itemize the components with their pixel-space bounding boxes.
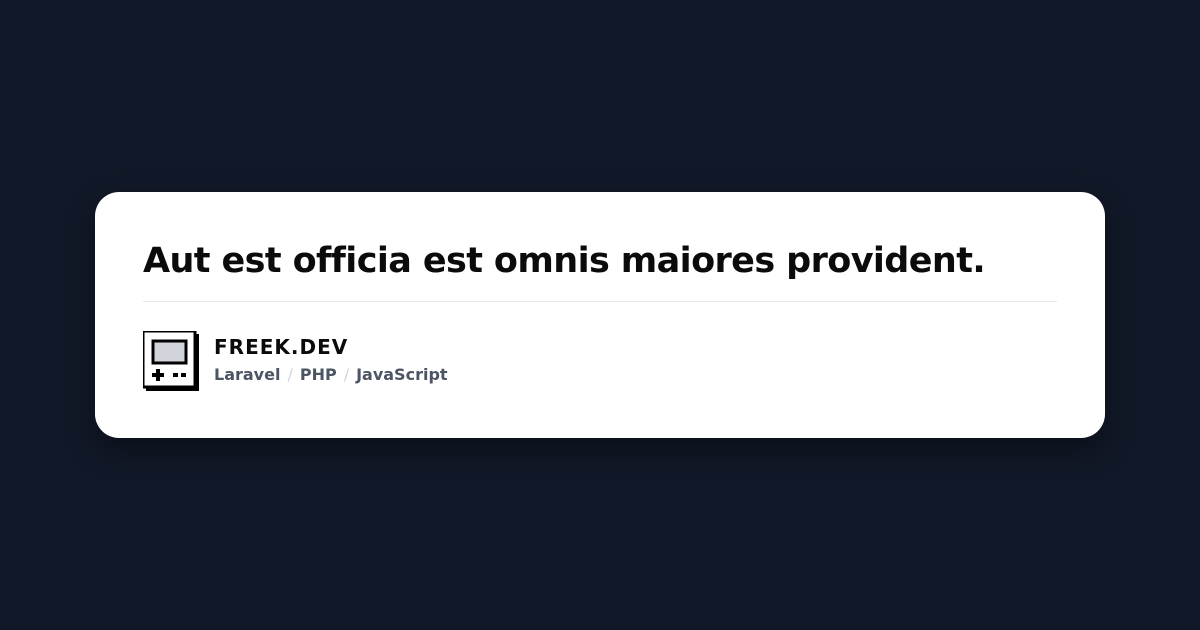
brand-block: FREEK.DEV Laravel / PHP / JavaScript [143,331,448,391]
tag-list: Laravel / PHP / JavaScript [214,365,448,385]
post-title: Aut est officia est omnis maiores provid… [143,241,986,281]
tag-separator: / [343,365,350,384]
tag-separator: / [287,365,293,384]
brand-name: FREEK.DEV [214,335,349,359]
divider [143,301,1057,302]
tag-php: PHP [299,365,337,384]
tag-javascript: JavaScript [356,365,448,384]
tag-laravel: Laravel [214,365,281,384]
retro-computer-icon [143,331,199,391]
brand-text: FREEK.DEV Laravel / PHP / JavaScript [214,335,448,385]
post-card: Aut est officia est omnis maiores provid… [95,192,1105,438]
